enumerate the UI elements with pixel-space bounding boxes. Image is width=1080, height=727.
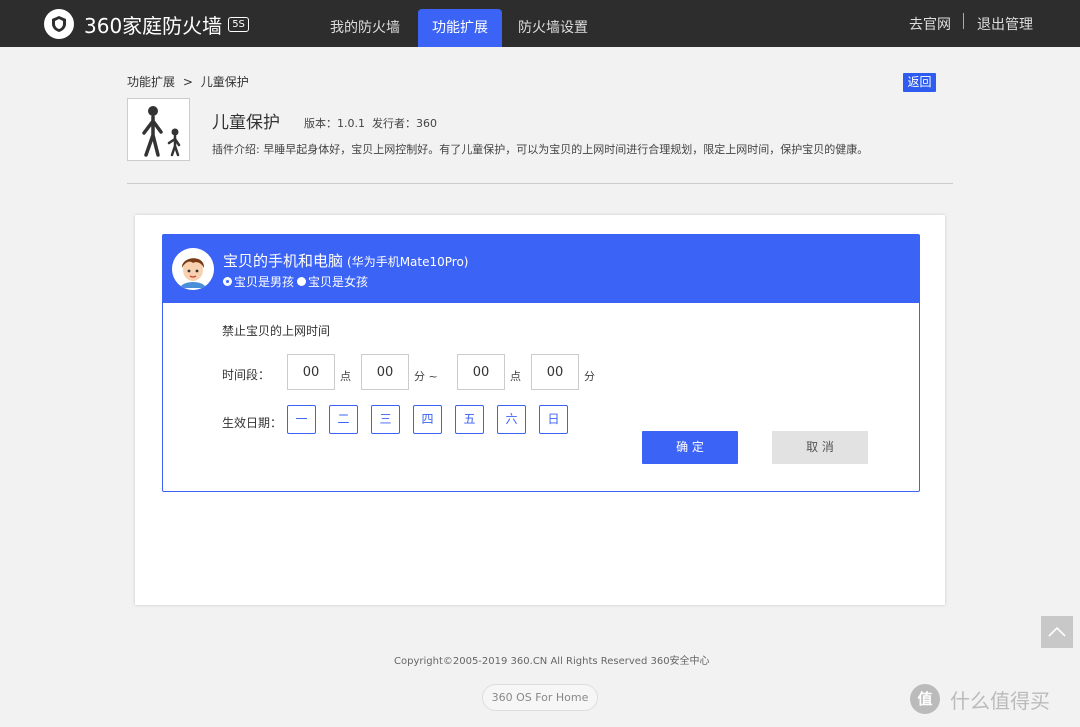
breadcrumb-parent[interactable]: 功能扩展 [127, 75, 175, 89]
day-button-thu[interactable]: 四 [413, 405, 442, 434]
device-card-header: 宝贝的手机和电脑 (华为手机Mate10Pro) 宝贝是男孩 宝贝是女孩 [163, 235, 919, 303]
device-name: 宝贝的手机和电脑 [223, 252, 344, 270]
chevron-up-icon [1048, 626, 1066, 637]
tab-my-firewall[interactable]: 我的防火墙 [318, 9, 412, 47]
top-navigation-bar: 360家庭防火墙 5S 我的防火墙 功能扩展 防火墙设置 去官网 退出管理 [0, 0, 1080, 47]
official-site-link[interactable]: 去官网 [909, 14, 951, 34]
os-badge: 360 OS For Home [482, 684, 598, 711]
start-hour-input[interactable] [287, 354, 335, 390]
effective-date-label: 生效日期： [222, 416, 283, 430]
watermark-text: 什么值得买 [950, 688, 1050, 713]
tab-extensions[interactable]: 功能扩展 [418, 9, 502, 47]
gender-selector: 宝贝是男孩 宝贝是女孩 [223, 273, 371, 290]
start-hour-unit: 点 [340, 370, 351, 383]
header-divider [127, 183, 953, 184]
scroll-to-top-button[interactable] [1041, 616, 1073, 648]
shield-logo-icon [44, 9, 74, 39]
gender-girl-label[interactable]: 宝贝是女孩 [308, 273, 368, 290]
day-button-mon[interactable]: 一 [287, 405, 316, 434]
day-button-wed[interactable]: 三 [371, 405, 400, 434]
confirm-button[interactable]: 确 定 [642, 431, 738, 464]
parent-child-icon [142, 106, 181, 157]
watermark-icon: 值 [910, 684, 940, 714]
logo-text: 360家庭防火墙 [84, 13, 223, 38]
time-period-label: 时间段： [222, 368, 271, 382]
end-minute-unit: 分 [584, 370, 595, 383]
tab-firewall-settings[interactable]: 防火墙设置 [508, 9, 598, 47]
child-avatar [172, 248, 214, 290]
plugin-title: 儿童保护 [212, 113, 280, 133]
breadcrumb-separator: > [182, 75, 193, 89]
day-button-sun[interactable]: 日 [539, 405, 568, 434]
start-minute-unit: 分 ~ [414, 370, 438, 383]
plugin-version: 版本：1.0.1 [304, 117, 365, 130]
device-model: (华为手机Mate10Pro) [347, 255, 469, 269]
copyright-text: Copyright©2005-2019 360.CN All Rights Re… [394, 656, 710, 667]
end-hour-unit: 点 [510, 370, 521, 383]
logo-badge: 5S [228, 16, 249, 32]
forbidden-time-heading: 禁止宝贝的上网时间 [222, 324, 331, 338]
cancel-button[interactable]: 取 消 [772, 431, 868, 464]
device-title: 宝贝的手机和电脑 (华为手机Mate10Pro) [223, 250, 468, 271]
logo[interactable]: 360家庭防火墙 5S [44, 9, 249, 39]
breadcrumb-current: 儿童保护 [200, 75, 249, 89]
day-button-tue[interactable]: 二 [329, 405, 358, 434]
child-protection-plugin-icon [127, 98, 190, 161]
plugin-publisher: 发行者：360 [372, 117, 437, 130]
gender-girl-radio[interactable] [297, 277, 307, 286]
watermark: 值 什么值得买 [910, 684, 1050, 714]
back-button[interactable]: 返回 [903, 73, 936, 92]
day-button-fri[interactable]: 五 [455, 405, 484, 434]
start-minute-input[interactable] [361, 354, 409, 390]
day-button-sat[interactable]: 六 [497, 405, 526, 434]
gender-boy-radio[interactable] [223, 277, 232, 286]
end-minute-input[interactable] [531, 354, 579, 390]
breadcrumb: 功能扩展 > 儿童保护 [127, 73, 249, 90]
plugin-description: 插件介绍: 早睡早起身体好，宝贝上网控制好。有了儿童保护，可以为宝贝的上网时间进… [212, 143, 869, 156]
boy-avatar-icon [172, 248, 214, 290]
end-hour-input[interactable] [457, 354, 505, 390]
gender-boy-label[interactable]: 宝贝是男孩 [234, 273, 294, 290]
logout-link[interactable]: 退出管理 [977, 14, 1033, 34]
link-separator [963, 13, 964, 29]
